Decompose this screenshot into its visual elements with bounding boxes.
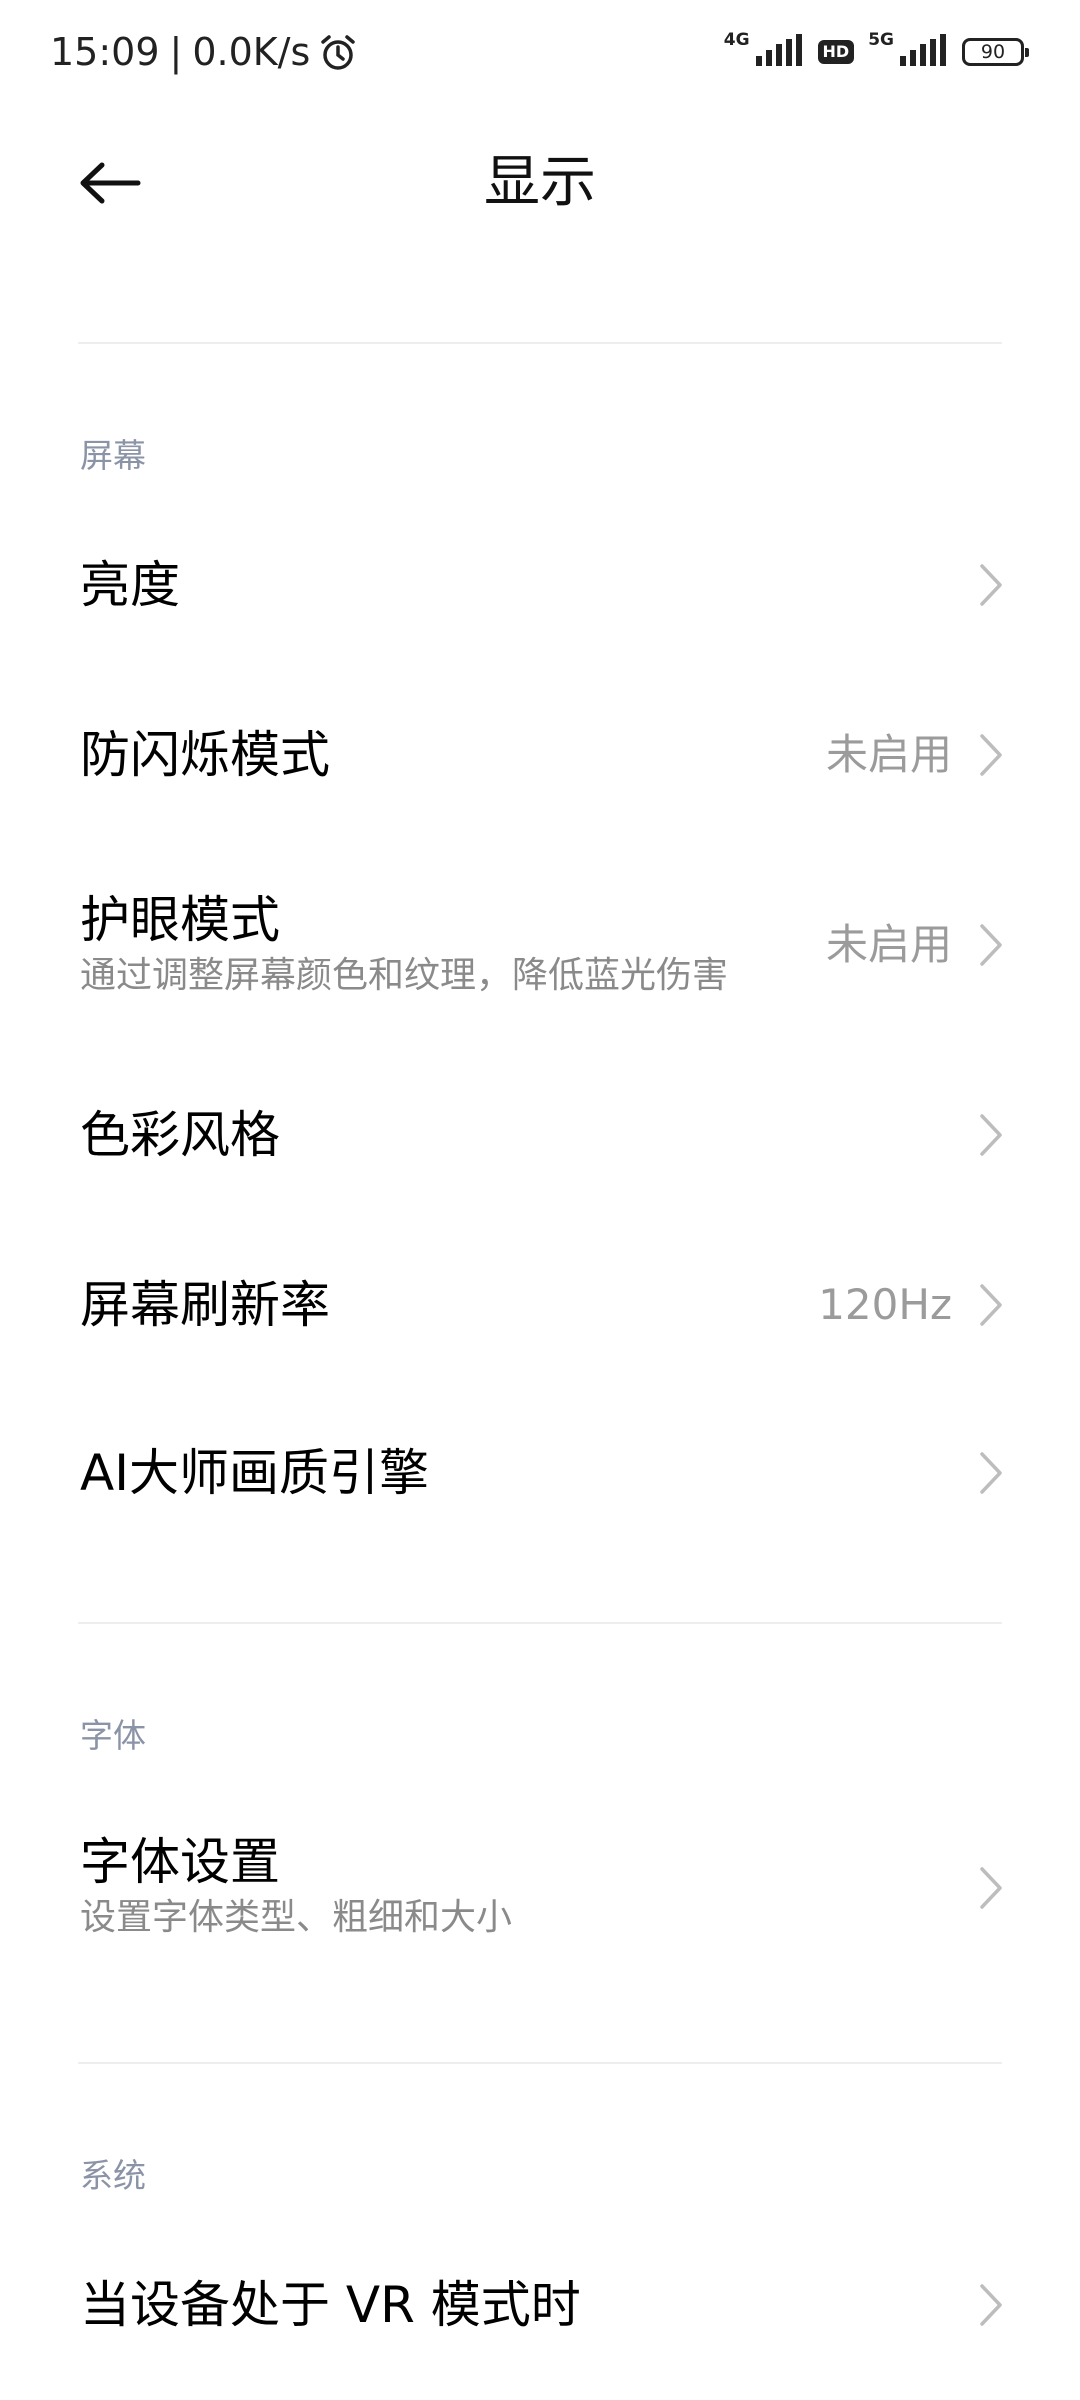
divider (78, 1622, 1002, 1624)
battery-level: 90 (980, 41, 1006, 63)
setting-title: AI大师画质引擎 (80, 1444, 429, 1502)
setting-title: 屏幕刷新率 (80, 1276, 330, 1334)
chevron-right-icon (980, 564, 1002, 606)
status-time: 15:09 (50, 30, 160, 74)
network-type-label: 5G (868, 30, 894, 50)
setting-row-brightness[interactable]: 亮度 (0, 510, 1080, 660)
chevron-right-icon (980, 1452, 1002, 1494)
hd-voice-badge: HD (817, 40, 855, 64)
setting-row-vr-mode[interactable]: 当设备处于 VR 模式时 (0, 2230, 1080, 2380)
status-right: 4G HD 5G 90 (723, 30, 1029, 74)
chevron-right-icon (980, 734, 1002, 776)
setting-row-eye-care[interactable]: 护眼模式 通过调整屏幕颜色和纹理，降低蓝光伤害 未启用 (0, 860, 1080, 1050)
setting-title: 亮度 (80, 556, 180, 614)
divider (78, 342, 1002, 344)
network-type-label: 4G (723, 30, 750, 50)
status-separator: | (169, 30, 183, 74)
battery-icon: 90 (962, 38, 1029, 66)
setting-title: 字体设置 (80, 1833, 280, 1891)
status-left: 15:09 | 0.0K/s (50, 24, 358, 80)
setting-row-refresh-rate[interactable]: 屏幕刷新率 120Hz (0, 1230, 1080, 1380)
signal-icon (754, 34, 804, 70)
setting-row-ai-engine[interactable]: AI大师画质引擎 (0, 1398, 1080, 1548)
setting-title: 色彩风格 (80, 1106, 280, 1164)
divider (78, 2062, 1002, 2064)
network-speed: 0.0K/s (192, 30, 311, 74)
section-label-font: 字体 (80, 1716, 146, 1755)
chevron-right-icon (980, 924, 1002, 966)
chevron-right-icon (980, 1284, 1002, 1326)
setting-row-font-settings[interactable]: 字体设置 设置字体类型、粗细和大小 (0, 1800, 1080, 1990)
setting-value: 120Hz (818, 1280, 952, 1329)
setting-value: 未启用 (825, 920, 952, 969)
chevron-right-icon (980, 2284, 1002, 2326)
setting-title: 当设备处于 VR 模式时 (80, 2276, 581, 2334)
setting-title: 护眼模式 (80, 891, 280, 949)
setting-value: 未启用 (825, 730, 952, 779)
setting-row-color-style[interactable]: 色彩风格 (0, 1060, 1080, 1210)
section-label-screen: 屏幕 (80, 436, 146, 475)
app-header: 显示 (0, 120, 1080, 250)
status-bar: 15:09 | 0.0K/s 4G HD 5G 90 (0, 0, 1080, 100)
alarm-icon (318, 32, 358, 72)
setting-title: 防闪烁模式 (80, 726, 330, 784)
chevron-right-icon (980, 1114, 1002, 1156)
setting-row-anti-flicker[interactable]: 防闪烁模式 未启用 (0, 680, 1080, 830)
signal-icon (898, 34, 948, 70)
setting-subtitle: 通过调整屏幕颜色和纹理，降低蓝光伤害 (80, 955, 729, 996)
page-title: 显示 (484, 150, 596, 215)
section-label-system: 系统 (80, 2156, 146, 2195)
setting-subtitle: 设置字体类型、粗细和大小 (80, 1897, 513, 1938)
chevron-right-icon (980, 1867, 1002, 1909)
